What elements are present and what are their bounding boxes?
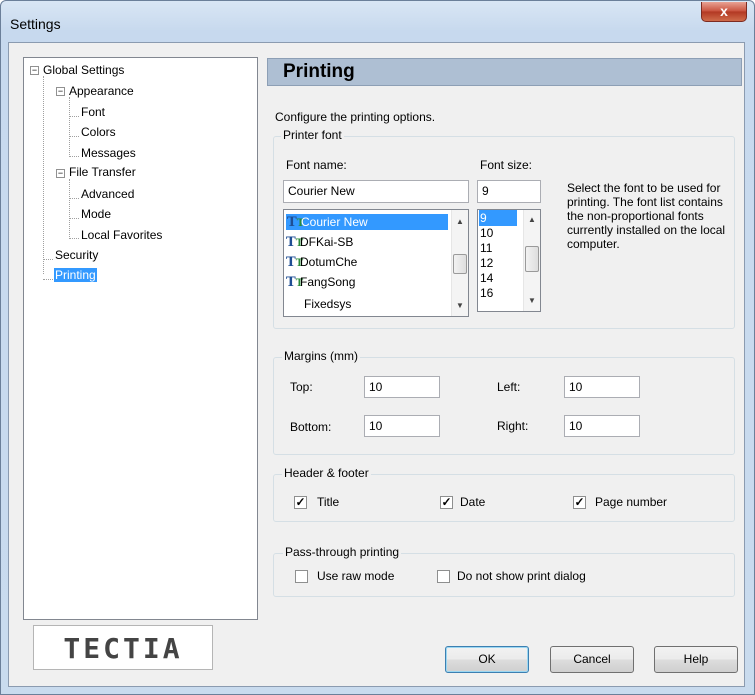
size-list-item[interactable]: 12 [480,255,493,271]
title-checkbox-label[interactable]: Title [317,495,339,509]
tree-connector [43,279,53,280]
collapse-icon[interactable]: − [56,87,65,96]
page-number-checkbox[interactable]: ✓ [573,496,586,509]
ok-button[interactable]: OK [445,646,529,673]
page-description: Configure the printing options. [275,110,436,124]
tree-item-colors[interactable]: Colors [81,125,116,139]
close-button[interactable]: x [701,2,747,22]
scroll-thumb[interactable] [525,246,539,272]
tree-connector [69,116,79,117]
left-margin-label: Left: [497,380,521,394]
font-name-list[interactable]: TTCourier New TTDFKai-SB TTDotumChe TTFa… [283,209,469,317]
right-margin-input[interactable]: 10 [564,415,640,437]
collapse-icon[interactable]: − [30,66,39,75]
size-list-item[interactable]: 11 [480,240,492,256]
logo-panel: TECTIA [33,625,213,670]
raw-mode-label[interactable]: Use raw mode [317,569,394,583]
right-margin-label: Right: [497,419,529,433]
scroll-up-icon[interactable]: ▲ [524,212,540,228]
bottom-margin-label: Bottom: [290,420,332,434]
raw-mode-checkbox[interactable] [295,570,308,583]
tree-item-font[interactable]: Font [81,105,105,119]
truetype-icon: TT [286,255,304,270]
tree-item-appearance[interactable]: Appearance [69,84,134,98]
tree-connector [43,76,44,274]
size-list-scrollbar[interactable]: ▲ ▼ [523,210,540,311]
page-header: Printing [267,58,742,86]
top-margin-label: Top: [290,380,313,394]
tree-item-security[interactable]: Security [55,248,98,262]
page-title: Printing [283,61,355,82]
tree-item-mode[interactable]: Mode [81,207,111,221]
window-title: Settings [10,16,61,32]
font-list-item[interactable]: TTDotumChe [286,254,357,270]
tree-item-file-transfer[interactable]: File Transfer [69,165,136,179]
margins-legend: Margins (mm) [282,349,360,363]
margins-group [273,357,735,455]
date-checkbox-label[interactable]: Date [460,495,485,509]
tree-connector [69,238,79,239]
top-margin-input[interactable]: 10 [364,376,440,398]
font-list-scrollbar[interactable]: ▲ ▼ [451,210,468,316]
scroll-down-icon[interactable]: ▼ [524,293,540,309]
tectia-logo: TECTIA [63,632,183,665]
font-size-label: Font size: [480,158,533,172]
printer-font-legend: Printer font [281,128,344,142]
tree-item-local-favorites[interactable]: Local Favorites [81,228,162,242]
font-list-item[interactable]: Fixedsys [304,296,351,312]
font-name-label: Font name: [286,158,347,172]
left-margin-input[interactable]: 10 [564,376,640,398]
no-print-dialog-label[interactable]: Do not show print dialog [457,569,586,583]
passthrough-legend: Pass-through printing [283,545,402,559]
cancel-button[interactable]: Cancel [550,646,634,673]
tree-connector [69,218,79,219]
tree-item-global-settings[interactable]: Global Settings [43,63,124,77]
scroll-thumb[interactable] [453,254,467,274]
bottom-margin-input[interactable]: 10 [364,415,440,437]
settings-tree[interactable]: − Global Settings − Appearance Font Colo… [23,57,258,620]
tree-connector [69,198,79,199]
title-checkbox[interactable]: ✓ [294,496,307,509]
help-button[interactable]: Help [654,646,738,673]
scroll-up-icon[interactable]: ▲ [452,214,468,230]
tree-connector [69,97,70,155]
truetype-icon: TT [287,215,305,230]
collapse-icon[interactable]: − [56,169,65,178]
size-list-item[interactable]: 14 [480,270,493,286]
font-list-item[interactable]: TTDFKai-SB [286,234,353,250]
header-footer-legend: Header & footer [282,466,371,480]
scroll-down-icon[interactable]: ▼ [452,298,468,314]
size-list-item[interactable]: 16 [480,285,493,301]
tree-item-printing[interactable]: Printing [54,268,97,282]
truetype-icon: TT [286,275,304,290]
page-number-checkbox-label[interactable]: Page number [595,495,667,509]
font-size-input[interactable]: 9 [477,180,541,203]
tree-connector [69,136,79,137]
size-list-item[interactable]: 10 [480,225,493,241]
tree-item-advanced[interactable]: Advanced [81,187,134,201]
date-checkbox[interactable]: ✓ [440,496,453,509]
font-list-item[interactable]: TTFangSong [286,274,355,290]
title-bar[interactable]: Settings x [1,1,754,43]
tree-connector [43,259,53,260]
font-list-item[interactable]: TTCourier New [286,214,448,230]
tree-connector [69,156,79,157]
font-name-input[interactable]: Courier New [283,180,469,203]
tree-connector [69,179,70,237]
close-icon: x [720,3,728,19]
no-print-dialog-checkbox[interactable] [437,570,450,583]
font-size-list[interactable]: 9 10 11 12 14 16 ▲ ▼ [477,209,541,312]
size-list-item[interactable]: 9 [479,210,517,226]
truetype-icon: TT [286,235,304,250]
tree-item-messages[interactable]: Messages [81,146,136,160]
font-help-text: Select the font to be used for printing.… [567,181,726,251]
